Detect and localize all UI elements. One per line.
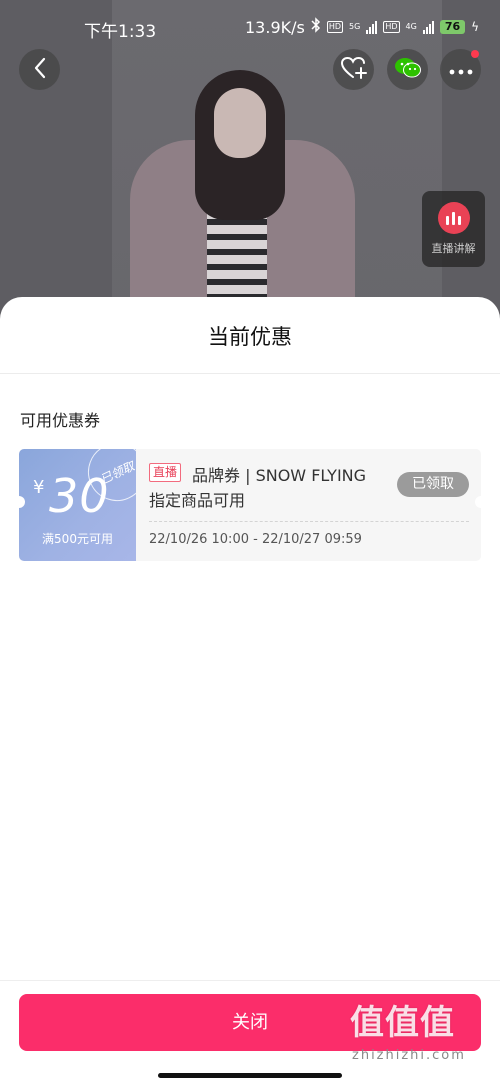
more-dots-icon [449, 60, 473, 79]
status-bar: 下午1:33 13.9K/s HD 5G HD 4G 76 ϟ [0, 0, 500, 44]
coupon-validity: 22/10/26 10:00 - 22/10/27 09:59 [149, 532, 362, 547]
status-indicators: 13.9K/s HD 5G HD 4G 76 ϟ [245, 17, 479, 37]
notification-dot [471, 50, 479, 58]
section-label: 可用优惠券 [20, 411, 101, 430]
coupon-info-panel: 直播 品牌券 | SNOW FLYING 指定商品可用 已领取 22/10/26… [136, 449, 487, 561]
coupon-title: 品牌券 | SNOW FLYING [192, 466, 367, 485]
coupon-notch-left [19, 496, 25, 508]
live-bars-icon [437, 202, 470, 234]
back-button[interactable] [19, 49, 60, 90]
hd-badge-1: HD [326, 21, 344, 33]
hd-badge-2: HD [383, 21, 400, 33]
status-time: 下午1:33 [84, 22, 157, 42]
coupon-description: 指定商品可用 [149, 491, 246, 510]
sim2-type: 4G [405, 22, 417, 31]
signal-icon [366, 20, 378, 34]
product-image-area [0, 0, 500, 330]
claimed-button[interactable]: 已领取 [397, 472, 469, 497]
wechat-share-button[interactable] [387, 49, 428, 90]
coupon-threshold: 满500元可用 [42, 532, 113, 546]
watermark-logo: 值值值 [350, 1003, 455, 1043]
coupon-card[interactable]: 已领取 ¥ 30 满500元可用 直播 品牌券 | SNOW FLYING 指定… [19, 449, 487, 561]
model-face-shape [214, 88, 266, 158]
heart-plus-icon [340, 56, 368, 84]
coupon-value-panel: 已领取 ¥ 30 满500元可用 [19, 449, 136, 561]
currency-symbol: ¥ [33, 477, 45, 498]
coupon-notch-right [475, 496, 487, 508]
watermark-domain: zhizhizhi.com [352, 1048, 466, 1063]
signal-icon-2 [422, 20, 434, 34]
offers-sheet: 当前优惠 可用优惠券 已领取 ¥ 30 满500元可用 直播 品牌券 | SNO… [0, 297, 500, 1083]
sim1-type: 5G [349, 22, 361, 31]
bottom-bar: 关闭 值值值 zhizhizhi.com [0, 980, 500, 1083]
battery-indicator: 76 [439, 20, 466, 34]
wechat-icon [394, 56, 422, 84]
live-tag: 直播 [149, 463, 182, 482]
chevron-left-icon [33, 57, 47, 83]
live-explain-label: 直播讲解 [431, 242, 476, 255]
bluetooth-icon [311, 17, 321, 37]
favorite-button[interactable] [333, 49, 374, 90]
home-indicator[interactable] [158, 1073, 342, 1078]
divider [0, 373, 500, 374]
coupon-dashed-divider [149, 521, 469, 522]
network-speed: 13.9K/s [245, 17, 305, 37]
sheet-title: 当前优惠 [208, 325, 292, 349]
live-explain-button[interactable]: 直播讲解 [422, 191, 485, 267]
charging-icon: ϟ [471, 20, 480, 34]
coupon-amount: 30 [49, 469, 110, 523]
